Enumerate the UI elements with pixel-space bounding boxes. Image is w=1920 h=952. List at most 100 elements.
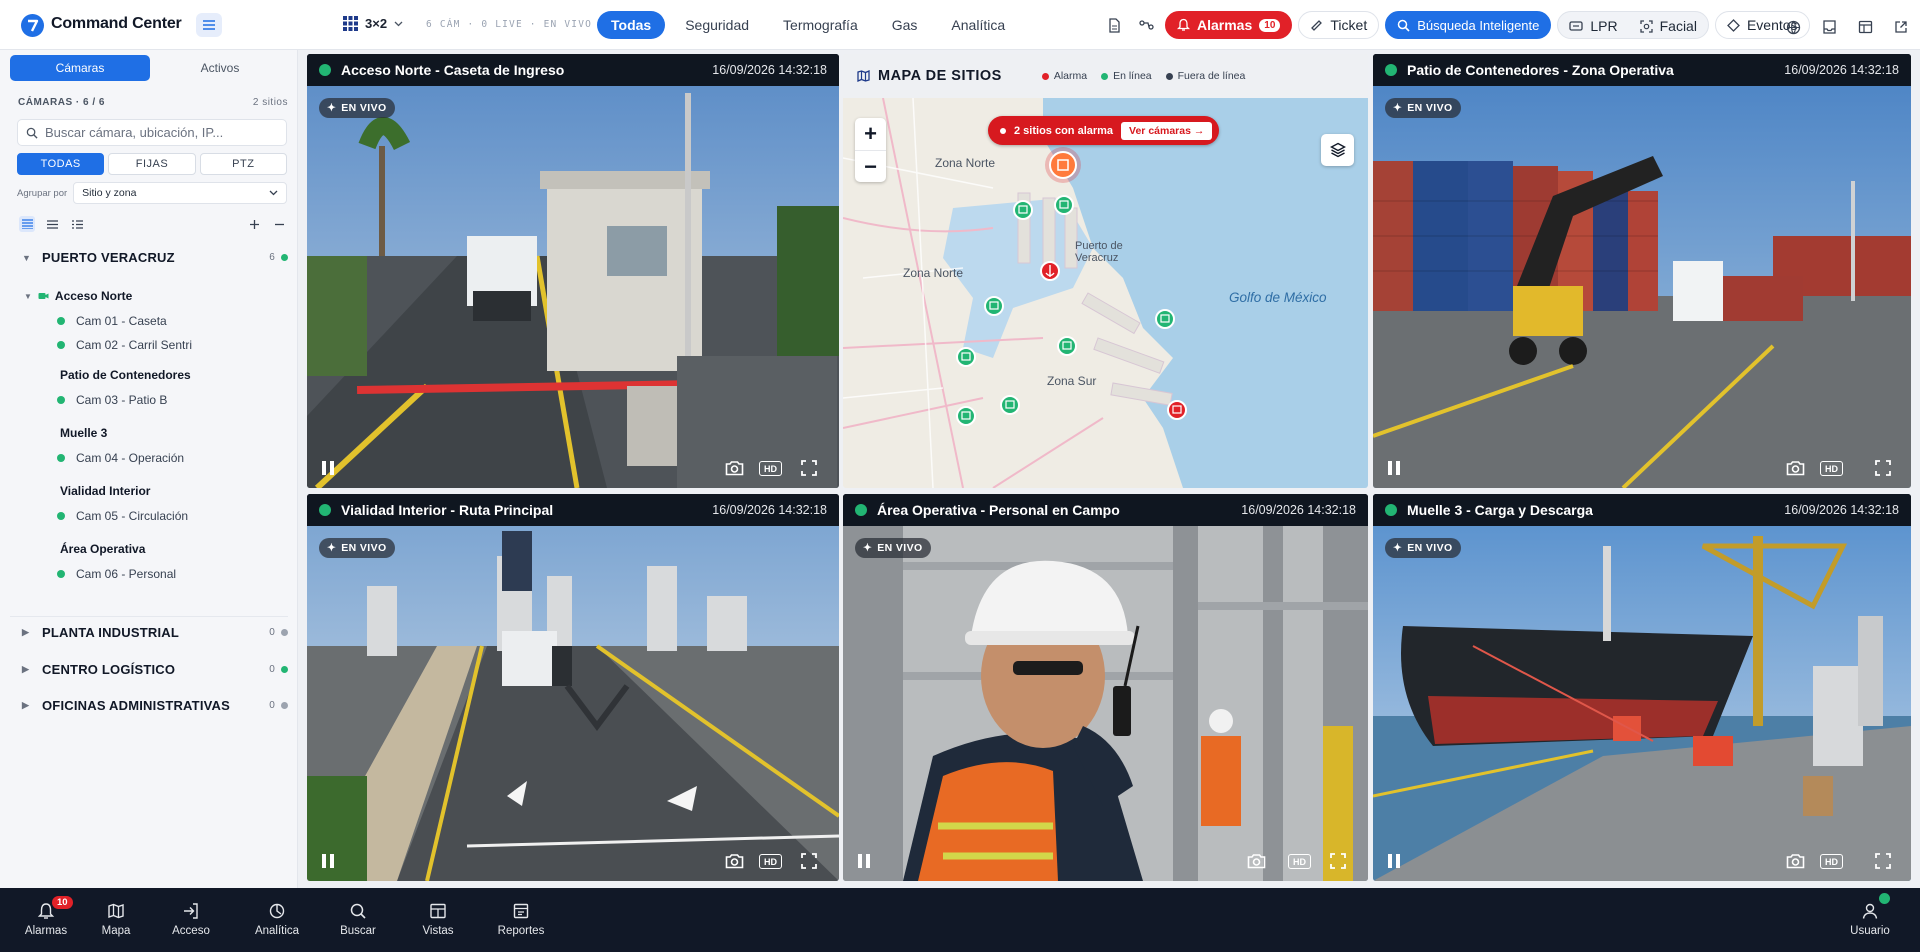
zoom-in-button[interactable]: + <box>855 118 886 150</box>
site-marker-online[interactable] <box>1155 309 1175 329</box>
smart-search-button[interactable]: Búsqueda Inteligente <box>1385 11 1552 39</box>
nav-mapa[interactable]: Mapa <box>86 902 146 937</box>
menu-toggle-button[interactable] <box>196 13 222 37</box>
pause-button[interactable] <box>321 460 335 476</box>
site-puerto-veracruz[interactable]: ▼ PUERTO VERACRUZ 6 <box>22 250 288 265</box>
zone-vialidad-interior[interactable]: Vialidad Interior <box>60 484 150 498</box>
camera-tile-vialidad-interior[interactable]: Vialidad Interior - Ruta Principal 16/09… <box>307 494 839 881</box>
camera-item[interactable]: Cam 01 - Caseta <box>57 314 167 328</box>
fullscreen-button[interactable] <box>801 853 817 869</box>
fullscreen-button[interactable] <box>801 460 817 476</box>
legend-dot <box>1101 72 1109 80</box>
view-cameras-button[interactable]: Ver cámaras → <box>1121 121 1213 140</box>
fullscreen-button[interactable] <box>1875 853 1891 869</box>
tab-gas[interactable]: Gas <box>878 11 932 39</box>
site-marker-online[interactable] <box>1013 200 1033 220</box>
lpr-button[interactable]: LPR <box>1558 12 1628 40</box>
fullscreen-button[interactable] <box>1330 853 1346 869</box>
tab-camaras[interactable]: Cámaras <box>10 55 150 81</box>
ticket-button[interactable]: Ticket <box>1298 11 1380 39</box>
hd-toggle-button[interactable]: HD <box>1820 461 1843 476</box>
site-oficinas-administrativas[interactable]: ▶ OFICINAS ADMINISTRATIVAS 0 <box>22 698 288 713</box>
camera-item[interactable]: Cam 03 - Patio B <box>57 393 167 407</box>
site-marker-alarm-main[interactable] <box>1045 147 1081 183</box>
grid-layout-selector[interactable]: 3×2 <box>343 16 403 31</box>
legend-alarm: Alarma <box>1041 70 1087 82</box>
tab-analitica[interactable]: Analítica <box>937 11 1019 39</box>
camera-tile-muelle-3[interactable]: Muelle 3 - Carga y Descarga 16/09/2026 1… <box>1373 494 1911 881</box>
hd-toggle-button[interactable]: HD <box>1820 854 1843 869</box>
snapshot-button[interactable] <box>1786 853 1805 869</box>
nav-acceso[interactable]: Acceso <box>161 902 221 937</box>
globe-button[interactable] <box>1780 13 1806 41</box>
detail-list-button[interactable] <box>69 216 85 232</box>
tab-todas[interactable]: Todas <box>597 11 666 39</box>
document-button[interactable] <box>1101 11 1127 39</box>
camera-item[interactable]: Cam 02 - Carril Sentri <box>57 338 192 352</box>
camera-tile-area-operativa[interactable]: Área Operativa - Personal en Campo 16/09… <box>843 494 1368 881</box>
expand-all-button[interactable] <box>246 216 262 232</box>
site-marker-online[interactable] <box>984 296 1004 316</box>
nav-vistas[interactable]: Vistas <box>408 902 468 937</box>
site-marker-online[interactable] <box>956 406 976 426</box>
camera-item[interactable]: Cam 06 - Personal <box>57 567 176 581</box>
hd-toggle-button[interactable]: HD <box>759 461 782 476</box>
snapshot-button[interactable] <box>1247 853 1266 869</box>
alarms-button[interactable]: Alarmas 10 <box>1165 11 1293 39</box>
camera-tile-patio-contenedores[interactable]: Patio de Contenedores - Zona Operativa 1… <box>1373 54 1911 488</box>
zone-acceso-norte[interactable]: ▼ Acceso Norte <box>24 289 132 303</box>
zoom-out-button[interactable]: − <box>855 150 886 182</box>
camera-feed-image <box>307 526 839 881</box>
site-planta-industrial[interactable]: ▶ PLANTA INDUSTRIAL 0 <box>22 625 288 640</box>
inbox-button[interactable] <box>1816 13 1842 41</box>
camera-item[interactable]: Cam 05 - Circulación <box>57 509 188 523</box>
site-marker-online[interactable] <box>1054 195 1074 215</box>
filter-todas-button[interactable]: TODAS <box>17 153 105 175</box>
search-icon <box>350 903 366 919</box>
snapshot-button[interactable] <box>725 460 744 476</box>
facial-button[interactable]: Facial <box>1629 12 1708 40</box>
filter-ptz-button[interactable]: PTZ <box>199 153 287 175</box>
pause-button[interactable] <box>321 853 335 869</box>
site-marker-alarm[interactable] <box>1040 261 1060 281</box>
zone-patio-contenedores[interactable]: Patio de Contenedores <box>60 368 191 382</box>
site-marker-alarm[interactable] <box>1167 400 1187 420</box>
filter-fijas-button[interactable]: FIJAS <box>108 153 196 175</box>
hd-toggle-button[interactable]: HD <box>759 854 782 869</box>
snapshot-button[interactable] <box>1786 460 1805 476</box>
camera-item[interactable]: Cam 04 - Operación <box>57 451 184 465</box>
camera-search-input[interactable] <box>45 125 275 140</box>
site-marker-online[interactable] <box>1057 336 1077 356</box>
pause-button[interactable] <box>1387 460 1401 476</box>
compact-list-button[interactable] <box>19 216 35 232</box>
pause-button[interactable] <box>1387 853 1401 869</box>
pause-button[interactable] <box>857 853 871 869</box>
tab-activos[interactable]: Activos <box>150 55 290 81</box>
tab-seguridad[interactable]: Seguridad <box>671 11 763 39</box>
site-centro-logistico[interactable]: ▶ CENTRO LOGÍSTICO 0 <box>22 662 288 677</box>
map-layers-button[interactable] <box>1321 134 1354 166</box>
list-view-button[interactable] <box>44 216 60 232</box>
nav-analitica[interactable]: Analítica <box>247 902 307 937</box>
site-marker-online[interactable] <box>1000 395 1020 415</box>
nav-reportes[interactable]: Reportes <box>491 902 551 937</box>
app-title: Command Center <box>51 15 182 32</box>
nav-usuario[interactable]: Usuario <box>1840 893 1900 937</box>
fullscreen-button[interactable] <box>1875 460 1891 476</box>
tab-termografia[interactable]: Termografía <box>769 11 872 39</box>
panel-button[interactable] <box>1852 13 1878 41</box>
zone-area-operativa[interactable]: Área Operativa <box>60 542 145 556</box>
collapse-all-button[interactable] <box>271 216 287 232</box>
snapshot-button[interactable] <box>725 853 744 869</box>
external-window-button[interactable] <box>1888 13 1914 41</box>
hd-toggle-button[interactable]: HD <box>1288 854 1311 869</box>
nav-alarmas[interactable]: Alarmas 10 <box>16 896 76 937</box>
nav-buscar[interactable]: Buscar <box>328 902 388 937</box>
tile-timestamp: 16/09/2026 14:32:18 <box>1784 63 1899 77</box>
connection-button[interactable] <box>1133 11 1159 39</box>
site-marker-online[interactable] <box>956 347 976 367</box>
zone-muelle-3[interactable]: Muelle 3 <box>60 426 107 440</box>
group-by-select[interactable]: Sitio y zona <box>73 182 287 204</box>
camera-tile-acceso-norte[interactable]: Acceso Norte - Caseta de Ingreso 16/09/2… <box>307 54 839 488</box>
grid-layout-value: 3×2 <box>365 16 388 31</box>
